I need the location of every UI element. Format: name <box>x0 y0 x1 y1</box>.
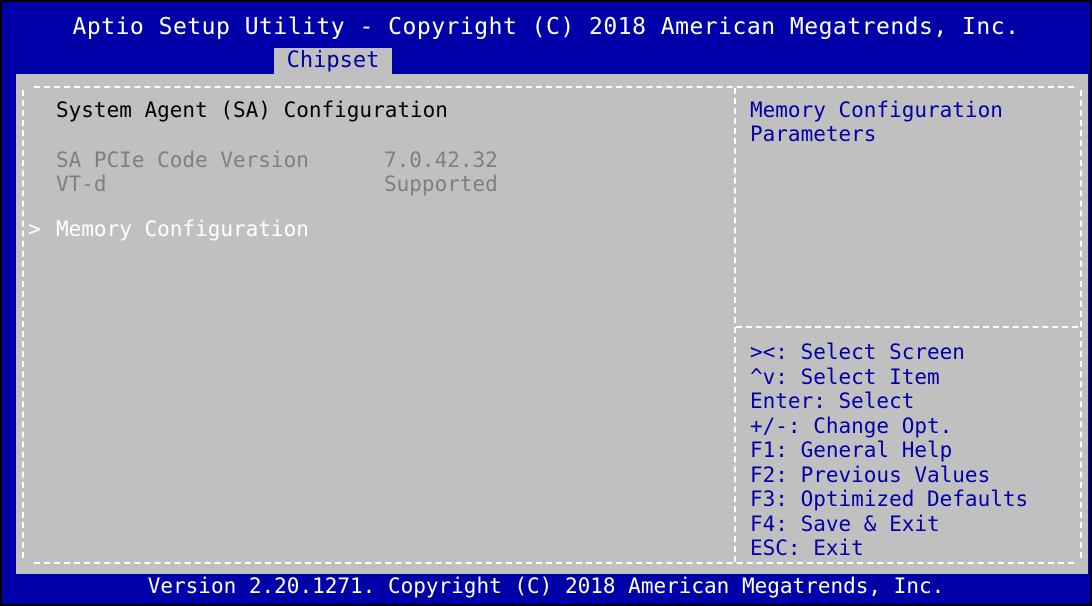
key-hint: ><: Select Screen <box>750 340 965 364</box>
key-hint: ^v: Select Item <box>750 364 940 389</box>
frame-right-border <box>1080 90 1082 558</box>
bios-screen: Aptio Setup Utility - Copyright (C) 2018… <box>0 0 1092 606</box>
menu-item-memory-configuration[interactable]: > Memory Configuration <box>28 214 408 244</box>
info-label-vtd: VT-d <box>56 172 107 196</box>
header-title: Aptio Setup Utility - Copyright (C) 2018… <box>72 14 1020 40</box>
frame-bottom-border <box>34 562 1074 564</box>
info-value-vtd: Supported <box>384 172 498 196</box>
key-hint: Enter: Select <box>750 389 915 413</box>
tab-chipset[interactable]: Chipset <box>274 48 392 74</box>
info-label-pcie-version: SA PCIe Code Version <box>56 148 309 172</box>
key-hint: F4: Save & Exit <box>750 511 940 536</box>
key-hint: ESC: Exit <box>750 536 864 560</box>
key-legend: ><: Select Screen ^v: Select Item Enter:… <box>750 340 1080 561</box>
page-title: System Agent (SA) Configuration <box>56 98 448 122</box>
key-hint: F3: Optimized Defaults <box>750 487 1029 511</box>
menu-item-label: Memory Configuration <box>56 217 309 241</box>
frame-left-border <box>22 90 24 558</box>
key-hint: F1: General Help <box>750 438 953 462</box>
key-hint: F2: Previous Values <box>750 462 991 487</box>
content-panel: System Agent (SA) Configuration SA PCIe … <box>16 74 1088 574</box>
panel-divider-vertical <box>734 88 736 562</box>
panel-divider-horizontal <box>736 326 1078 328</box>
frame-top-border <box>34 86 1074 88</box>
footer-version: Version 2.20.1271. Copyright (C) 2018 Am… <box>147 574 945 598</box>
info-value-pcie-version: 7.0.42.32 <box>384 148 498 172</box>
help-description: Memory Configuration Parameters <box>750 98 1003 146</box>
key-hint: +/-: Change Opt. <box>750 413 953 438</box>
submenu-arrow-icon: > <box>28 217 41 241</box>
